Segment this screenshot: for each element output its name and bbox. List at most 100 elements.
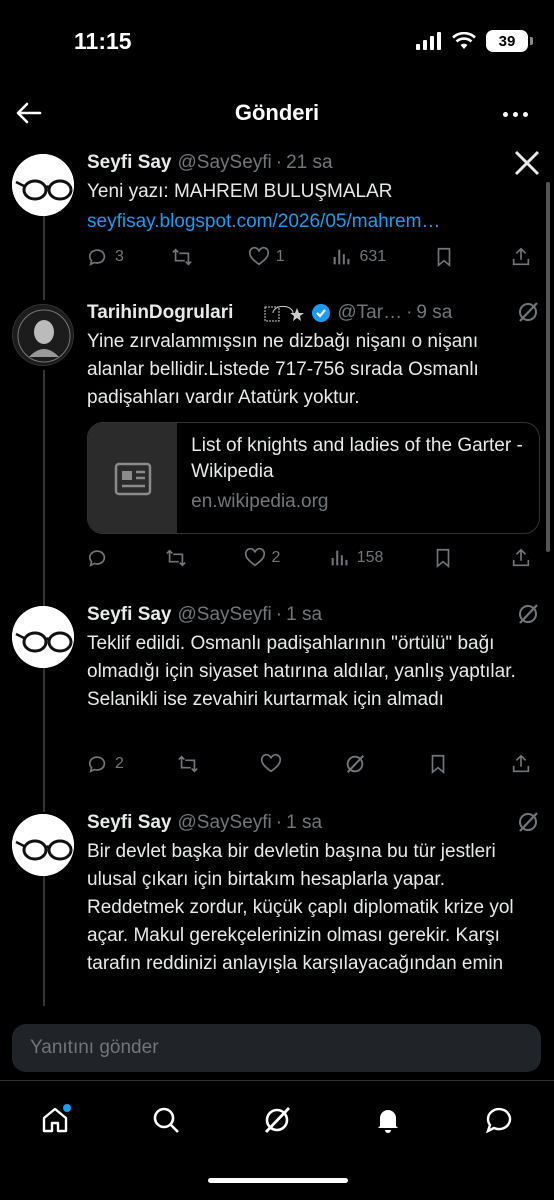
like-icon (244, 547, 265, 567)
page-header: Gönderi (0, 88, 554, 140)
tweet[interactable]: Seyfi Say @SaySeyfi · 1 sa Teklif edildi… (0, 602, 554, 792)
like-button[interactable] (260, 753, 290, 775)
like-count: 2 (271, 549, 281, 566)
tweet-time[interactable]: 1 sa (286, 604, 322, 626)
scrollbar[interactable] (546, 182, 550, 552)
avatar[interactable] (12, 154, 74, 216)
grok-icon[interactable] (516, 300, 540, 329)
retweet-icon (178, 755, 198, 773)
views-icon (334, 249, 350, 265)
avatar[interactable] (12, 814, 74, 876)
reply-button[interactable]: 3 (87, 246, 124, 268)
grok-icon (346, 755, 364, 773)
author-handle[interactable]: @SaySeyfi (178, 152, 272, 174)
reply-button[interactable]: 2 (87, 753, 124, 775)
like-count: 1 (275, 248, 285, 265)
reply-count: 3 (115, 248, 124, 265)
tweet-text: Bir devlet başka bir devletin başına bu … (87, 841, 514, 982)
reply-button[interactable] (87, 547, 117, 569)
author-handle[interactable]: @SaySeyfi (178, 812, 272, 834)
views-count: 631 (359, 248, 387, 265)
status-bar: 11:15 39 (0, 0, 554, 80)
link-card[interactable]: List of knights and ladies of the Garter… (87, 422, 540, 534)
share-icon (512, 247, 530, 266)
retweet-button[interactable] (171, 246, 201, 268)
status-time: 11:15 (74, 28, 132, 54)
tweet-text: Yine zırvalammışsın ne dizbağı nişanı o … (87, 331, 479, 408)
home-indicator (208, 1178, 348, 1183)
author-name[interactable]: TarihinDogrulari (87, 302, 233, 324)
like-button[interactable]: 2 (244, 547, 281, 569)
retweet-button[interactable] (177, 753, 207, 775)
nav-messages[interactable] (477, 1098, 521, 1142)
avatar[interactable] (12, 606, 74, 668)
nav-home[interactable] (33, 1098, 77, 1142)
like-icon (248, 246, 269, 266)
retweet-icon (172, 248, 192, 266)
share-button[interactable] (510, 246, 540, 268)
tweet-time[interactable]: 9 sa (416, 302, 452, 324)
tweet-text: Teklif edildi. Osmanlı padişahlarının "ö… (87, 633, 516, 710)
avatar[interactable] (12, 304, 74, 366)
card-title: List of knights and ladies of the Garter… (191, 435, 523, 482)
tweet-time[interactable]: 1 sa (286, 812, 322, 834)
bookmark-icon (436, 548, 449, 569)
wifi-icon (452, 32, 476, 49)
signal-icon (416, 32, 441, 50)
tweet-time[interactable]: 21 sa (286, 152, 332, 174)
share-button[interactable] (510, 547, 540, 569)
reply-icon (88, 249, 106, 266)
divider (0, 1080, 554, 1081)
reply-icon (88, 550, 106, 567)
card-domain: en.wikipedia.org (191, 491, 329, 512)
page-title: Gönderi (234, 100, 320, 125)
tweet[interactable]: Seyfi Say @SaySeyfi · 1 sa Bir devlet ba… (0, 810, 554, 982)
nav-search[interactable] (144, 1098, 188, 1142)
reply-icon (88, 756, 106, 773)
battery-indicator: 39 (486, 30, 533, 52)
like-button[interactable]: 1 (248, 246, 285, 268)
tweet[interactable]: Seyfi Say @SaySeyfi · 21 sa Yeni yazı: M… (0, 150, 554, 280)
reply-placeholder: Yanıtını gönder (30, 1037, 159, 1058)
bookmark-icon (431, 754, 445, 775)
verified-icon (312, 304, 331, 322)
badge-icon (264, 305, 305, 322)
bookmark-button[interactable] (427, 753, 457, 775)
share-icon (512, 754, 530, 773)
grok-button[interactable] (344, 753, 374, 775)
grok-icon (264, 1107, 290, 1133)
retweet-button[interactable] (165, 547, 195, 569)
more-icon[interactable] (503, 112, 528, 117)
grok-icon[interactable] (516, 602, 540, 631)
reply-count: 2 (115, 755, 124, 772)
author-handle[interactable]: @Tar… (337, 302, 402, 324)
author-handle[interactable]: @SaySeyfi (178, 604, 272, 626)
grok-icon[interactable] (516, 810, 540, 839)
tweet-text: Yeni yazı: MAHREM BULUŞMALAR (87, 181, 393, 202)
like-icon (261, 753, 282, 773)
views-icon (331, 550, 348, 566)
share-icon (512, 548, 530, 567)
messages-icon (485, 1107, 511, 1134)
x-logo-icon (514, 150, 540, 181)
notifications-icon (377, 1110, 398, 1133)
article-icon (88, 423, 178, 533)
retweet-icon (166, 549, 187, 567)
bottom-nav (0, 1090, 554, 1150)
bookmark-button[interactable] (433, 246, 463, 268)
share-button[interactable] (510, 753, 540, 775)
author-name[interactable]: Seyfi Say (87, 152, 172, 174)
views-button[interactable]: 631 (331, 246, 386, 268)
nav-notifications[interactable] (366, 1098, 410, 1142)
author-name[interactable]: Seyfi Say (87, 812, 172, 834)
search-icon (153, 1107, 180, 1133)
reply-input[interactable]: Yanıtını gönder (12, 1024, 541, 1072)
author-name[interactable]: Seyfi Say (87, 604, 172, 626)
bookmark-icon (437, 247, 451, 268)
tweet[interactable]: TarihinDogrulari @Tar… · 9 sa Yine zırva… (0, 300, 554, 590)
tweet-link[interactable]: seyfisay.blogspot.com/2026/05/mahrem… (87, 208, 540, 236)
views-count: 158 (356, 549, 384, 566)
views-button[interactable]: 158 (329, 547, 384, 569)
bookmark-button[interactable] (432, 547, 462, 569)
nav-grok[interactable] (255, 1098, 299, 1142)
